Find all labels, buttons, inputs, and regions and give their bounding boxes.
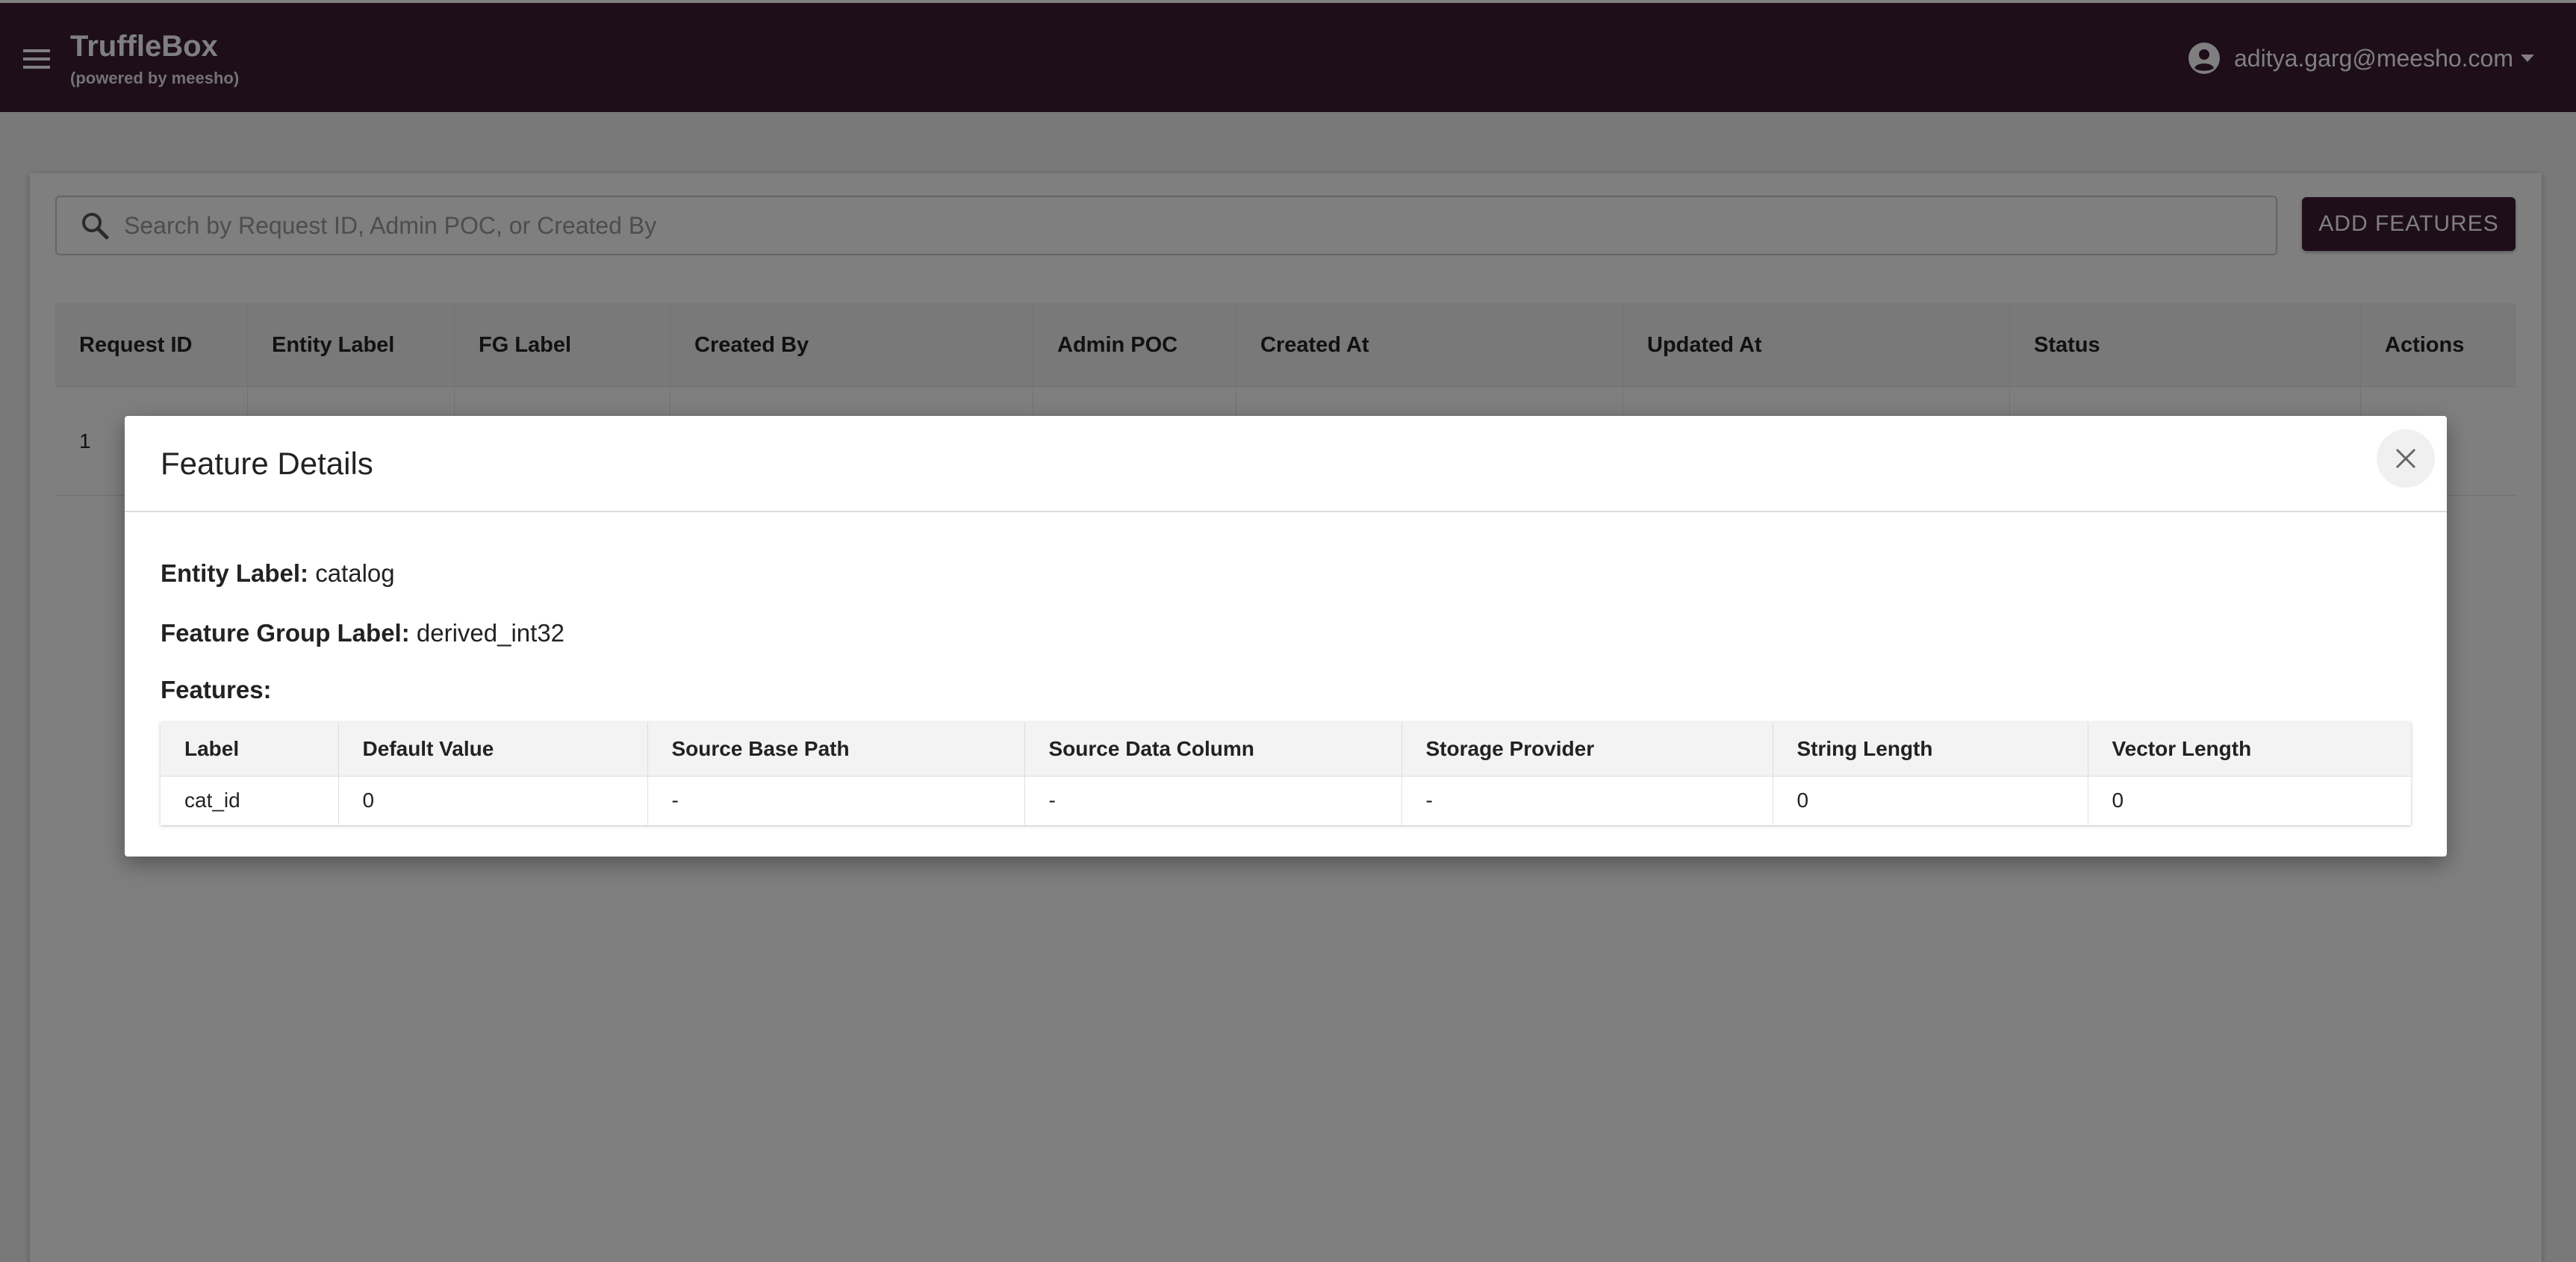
close-icon xyxy=(2395,448,2416,469)
table-row: cat_id 0 - - - 0 0 xyxy=(161,776,2411,825)
cell-label: cat_id xyxy=(161,776,339,825)
close-button[interactable] xyxy=(2377,429,2435,488)
dialog-divider xyxy=(125,511,2447,512)
cell-vector-length: 0 xyxy=(2112,789,2124,812)
dialog-title: Feature Details xyxy=(161,446,373,481)
fg-label-line: Feature Group Label: derived_int32 xyxy=(161,619,564,647)
fg-label-value: derived_int32 xyxy=(416,619,565,647)
col-storage-provider: Storage Provider xyxy=(1401,722,1773,777)
features-heading: Features: xyxy=(161,676,272,703)
cell-default-value: 0 xyxy=(338,776,648,825)
cell-source-data-column: - xyxy=(1024,776,1402,825)
entity-label-key: Entity Label: xyxy=(161,559,309,587)
features-header-row: Label Default Value Source Base Path Sou… xyxy=(161,722,2411,777)
col-string-length: String Length xyxy=(1773,722,2088,777)
feature-details-dialog: Feature Details Entity Label: catalog Fe… xyxy=(125,416,2447,857)
cell-storage-provider: - xyxy=(1401,776,1773,825)
col-default-value: Default Value xyxy=(338,722,648,777)
cell-string-length: 0 xyxy=(1773,776,2088,825)
col-label: Label xyxy=(161,722,339,777)
cell-source-base-path: - xyxy=(647,776,1025,825)
col-source-base-path: Source Base Path xyxy=(647,722,1025,777)
col-source-data-column: Source Data Column xyxy=(1024,722,1402,777)
entity-label-value: catalog xyxy=(315,559,395,587)
entity-label-line: Entity Label: catalog xyxy=(161,559,395,588)
fg-label-key: Feature Group Label: xyxy=(161,619,410,647)
col-vector-length: Vector Length xyxy=(2088,722,2411,777)
features-table: Label Default Value Source Base Path Sou… xyxy=(161,722,2411,825)
